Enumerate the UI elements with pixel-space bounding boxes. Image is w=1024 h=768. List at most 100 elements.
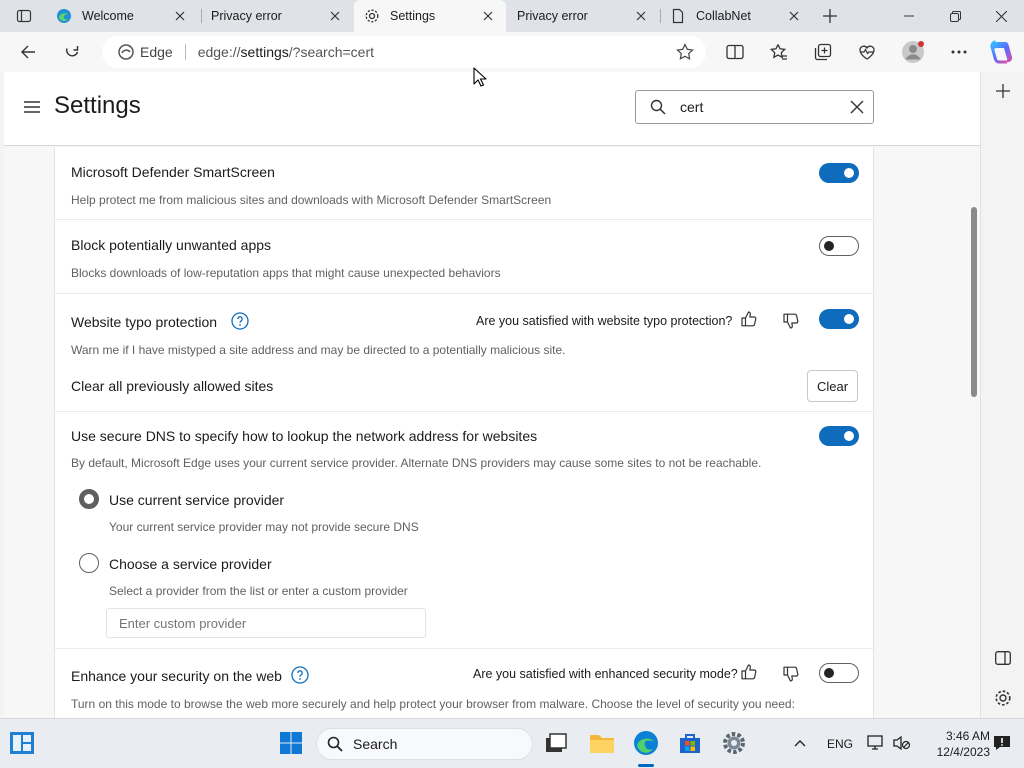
refresh-icon [66, 46, 79, 57]
gear-icon [995, 690, 1011, 706]
browser-toolbar: Edge edge://settings/?search=cert [0, 32, 1024, 72]
enhance-feedback-question: Are you satisfied with enhanced security… [473, 667, 738, 681]
privacy-settings-card: Microsoft Defender SmartScreen Help prot… [54, 147, 875, 718]
tab-settings[interactable]: Settings [354, 0, 506, 32]
radio-choose-provider[interactable] [79, 553, 99, 573]
file-explorer-button[interactable] [588, 729, 616, 757]
settings-page: Settings Microsoft Defender SmartScreen … [4, 72, 980, 718]
widgets-button[interactable] [8, 729, 36, 757]
taskbar-clock[interactable]: 3:46 AM 12/4/2023 [920, 728, 990, 760]
tab-privacy-error-2[interactable]: Privacy error [507, 0, 659, 32]
edge-taskbar-button[interactable] [632, 729, 660, 757]
task-view-button[interactable] [542, 729, 570, 757]
close-tab-icon[interactable] [327, 8, 343, 24]
close-tab-icon[interactable] [786, 8, 802, 24]
copilot-icon [990, 40, 1013, 64]
collections-button[interactable] [807, 36, 839, 68]
more-options-button[interactable] [943, 36, 975, 68]
more-icon [951, 50, 967, 54]
tab-collabnet[interactable]: CollabNet [660, 0, 812, 32]
help-icon[interactable] [291, 666, 309, 684]
search-input[interactable] [680, 99, 830, 115]
tab-welcome[interactable]: Welcome [46, 0, 198, 32]
close-window-button[interactable] [978, 0, 1024, 32]
network-icon [867, 735, 883, 750]
minimize-button[interactable] [886, 0, 932, 32]
secure-dns-description: By default, Microsoft Edge uses your cur… [71, 456, 762, 470]
close-tab-icon[interactable] [480, 8, 496, 24]
choose-provider-description: Select a provider from the list or enter… [109, 584, 408, 598]
refresh-button[interactable] [56, 36, 88, 68]
store-button[interactable] [676, 729, 704, 757]
typo-protection-toggle[interactable] [819, 309, 859, 329]
favorites-icon [770, 44, 787, 60]
secure-dns-toggle[interactable] [819, 426, 859, 446]
clear-button[interactable]: Clear [807, 370, 858, 402]
tab-actions-button[interactable] [8, 4, 40, 28]
smartscreen-toggle[interactable] [819, 163, 859, 183]
notifications-button[interactable] [988, 729, 1016, 757]
enhance-security-toggle[interactable] [819, 663, 859, 683]
address-bar[interactable]: Edge edge://settings/?search=cert [102, 36, 706, 68]
clear-search-button[interactable] [849, 99, 865, 115]
show-hidden-icons-button[interactable] [786, 729, 814, 757]
pua-toggle[interactable] [819, 236, 859, 256]
thumbs-up-icon[interactable] [740, 663, 758, 681]
start-button[interactable] [277, 729, 305, 757]
widgets-icon [10, 732, 34, 754]
tab-privacy-error-1[interactable]: Privacy error [201, 0, 353, 32]
sidebar-panel [980, 72, 1024, 718]
close-tab-icon[interactable] [633, 8, 649, 24]
language-indicator[interactable]: ENG [827, 737, 853, 751]
url-prefix: edge:// [197, 44, 241, 60]
new-tab-button[interactable] [816, 4, 844, 28]
volume-button[interactable] [888, 729, 916, 757]
close-tab-icon[interactable] [172, 8, 188, 24]
settings-search[interactable] [635, 90, 874, 124]
search-icon [327, 736, 343, 752]
hide-sidebar-button[interactable] [990, 645, 1016, 671]
split-screen-button[interactable] [719, 36, 751, 68]
url-host: settings [240, 44, 289, 60]
custom-provider-input[interactable] [106, 608, 426, 638]
typo-feedback-question: Are you satisfied with website typo prot… [476, 314, 733, 328]
current-provider-label: Use current service provider [109, 492, 285, 508]
restore-button[interactable] [932, 0, 978, 32]
settings-header: Settings [4, 72, 980, 146]
settings-app-button[interactable] [720, 729, 748, 757]
chevron-up-icon [794, 740, 806, 747]
taskbar-search-label: Search [353, 736, 398, 752]
choose-provider-label: Choose a service provider [109, 556, 272, 572]
page-icon [670, 8, 686, 24]
thumbs-up-icon[interactable] [740, 310, 758, 328]
close-icon [850, 100, 864, 114]
enhance-security-title: Enhance your security on the web [71, 668, 282, 684]
volume-muted-icon [893, 735, 911, 751]
sidebar-settings-button[interactable] [990, 685, 1016, 711]
store-icon [680, 734, 700, 753]
help-icon[interactable] [231, 312, 249, 330]
browser-essentials-button[interactable] [851, 36, 883, 68]
profile-button[interactable] [897, 36, 929, 68]
task-view-icon [546, 733, 567, 752]
thumbs-down-icon[interactable] [782, 665, 800, 683]
radio-current-provider[interactable] [79, 489, 99, 509]
taskbar-search[interactable]: Search [316, 728, 533, 760]
divider [55, 411, 875, 412]
copilot-button[interactable] [986, 36, 1018, 68]
scrollbar-thumb[interactable] [971, 207, 977, 397]
favorites-button[interactable] [763, 36, 795, 68]
add-sidebar-app-button[interactable] [990, 78, 1016, 104]
tab-strip: Welcome Privacy error Settings Privacy e… [0, 0, 1024, 32]
back-button[interactable] [12, 36, 44, 68]
thumbs-down-icon[interactable] [782, 312, 800, 330]
menu-button[interactable] [22, 97, 42, 117]
url-rest: /?search=cert [288, 44, 374, 60]
tab-title: CollabNet [696, 9, 751, 23]
search-icon [650, 99, 666, 115]
network-button[interactable] [862, 729, 890, 757]
pua-title: Block potentially unwanted apps [71, 237, 272, 253]
add-favorite-button[interactable] [676, 43, 694, 61]
edge-badge[interactable]: Edge [118, 44, 173, 60]
notification-icon [994, 736, 1010, 750]
